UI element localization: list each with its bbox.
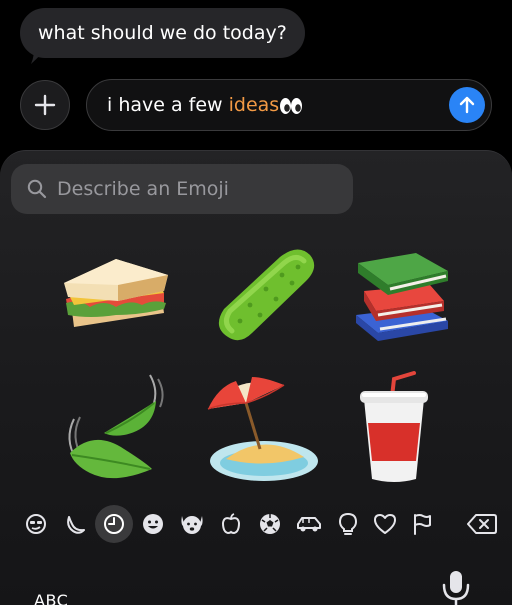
eyes-emoji — [279, 97, 303, 115]
category-recent[interactable] — [95, 505, 133, 543]
category-moon[interactable] — [56, 505, 94, 543]
flag-icon — [414, 514, 431, 535]
cucumber-emoji[interactable] — [210, 245, 320, 345]
category-activity[interactable] — [251, 505, 289, 543]
books-emoji[interactable] — [352, 249, 452, 345]
cup-with-straw-emoji[interactable] — [358, 369, 430, 485]
message-text: i have a few — [107, 94, 229, 116]
add-attachment-button[interactable] — [20, 80, 70, 130]
bubble-tail — [31, 47, 47, 64]
heart-icon — [374, 514, 396, 534]
emoji-category-bar — [0, 505, 512, 543]
moon-icon — [67, 516, 85, 534]
animal-icon — [181, 516, 203, 534]
search-icon — [27, 179, 47, 199]
highlighted-word: ideas — [228, 94, 280, 116]
beach-umbrella-emoji[interactable] — [204, 373, 322, 485]
sticker-icon — [26, 514, 46, 534]
category-animals[interactable] — [173, 505, 211, 543]
message-input-field[interactable]: i have a few ideas — [86, 79, 492, 131]
food-apple-icon — [221, 513, 241, 535]
incoming-message-text: what should we do today? — [38, 22, 287, 44]
delete-backspace-icon — [467, 514, 497, 534]
category-flags[interactable] — [403, 505, 441, 543]
abc-keyboard-button[interactable]: ABC — [34, 591, 68, 605]
send-button[interactable] — [449, 87, 485, 123]
category-symbols[interactable] — [366, 505, 404, 543]
message-input-text: i have a few ideas — [107, 94, 303, 116]
eyes-icon — [280, 97, 303, 114]
recent-clock-icon — [104, 514, 124, 534]
leaf-fluttering-emoji[interactable] — [54, 369, 174, 489]
incoming-message-bubble: what should we do today? — [20, 8, 305, 58]
microphone-icon[interactable] — [441, 569, 471, 605]
category-travel[interactable] — [290, 505, 328, 543]
category-sticker[interactable] — [17, 505, 55, 543]
soccer-ball-icon — [260, 514, 280, 534]
lightbulb-icon — [338, 512, 358, 535]
emoji-keyboard: ABC — [0, 150, 512, 605]
sandwich-emoji[interactable] — [60, 249, 172, 341]
category-smileys[interactable] — [134, 505, 172, 543]
delete-button[interactable] — [462, 505, 502, 543]
smiley-icon — [143, 514, 163, 534]
category-food[interactable] — [212, 505, 250, 543]
car-icon — [297, 517, 321, 532]
category-objects[interactable] — [329, 505, 367, 543]
emoji-search-bar[interactable] — [11, 164, 353, 214]
plus-icon — [34, 94, 56, 116]
arrow-up-icon — [459, 96, 475, 114]
emoji-search-input[interactable] — [55, 177, 339, 201]
